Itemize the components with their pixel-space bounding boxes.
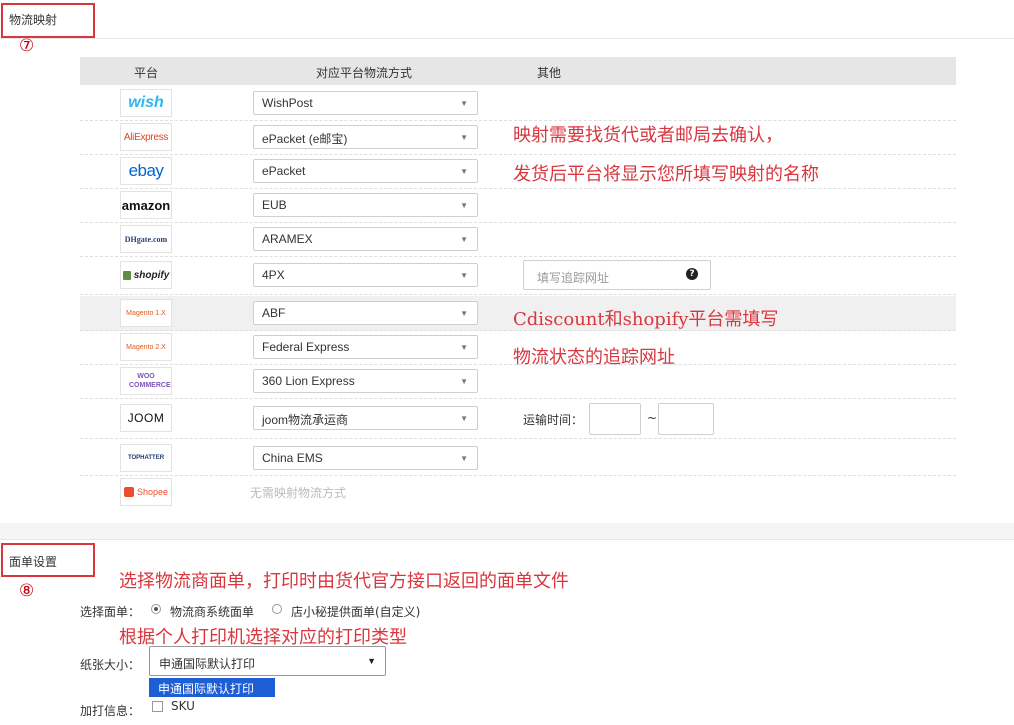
logistics-section-header: 物流映射 [0,0,1014,39]
chevron-down-icon: ▼ [367,656,376,666]
option-carrier-label[interactable]: 物流商系统面单 [170,603,254,620]
chevron-down-icon: ▼ [460,201,468,210]
method-select-shopify[interactable]: 4PX ▼ [253,263,478,287]
chevron-down-icon: ▼ [460,167,468,176]
method-select-magento1[interactable]: ABF ▼ [253,301,478,325]
mapping-row-shopify: shopify 4PX ▼ 填写追踪网址 ? [80,256,956,295]
tophatter-logo: TOPHATTER [120,444,172,472]
mapping-row-joom: JOOM joom物流承运商 ▼ 运输时间： ~ [80,398,956,439]
paper-size-select[interactable]: 申通国际默认打印 ▼ [149,646,386,676]
tracking-url-input[interactable]: 填写追踪网址 ? [523,260,711,290]
transit-time-min-input[interactable] [589,403,641,435]
chevron-down-icon: ▼ [460,99,468,108]
mapping-row-dhgate: DHgate.com ARAMEX ▼ [80,222,956,257]
select-label-label: 选择面单： [80,605,141,619]
mapping-row-wish: wish WishPost ▼ [80,86,956,121]
annotation-tracking-line2: 物流状态的追踪网址 [513,347,675,368]
extra-print-label: 加打信息： [80,704,141,718]
annotation-tracking-line1: Cdiscount和shopify平台需填写 [513,309,779,330]
chevron-down-icon: ▼ [460,343,468,352]
chevron-down-icon: ▼ [460,235,468,244]
dhgate-logo: DHgate.com [120,225,172,253]
col-other: 其他 [537,66,562,80]
method-select-woocommerce[interactable]: 360 Lion Express ▼ [253,369,478,393]
radio-custom-label[interactable] [272,604,282,614]
magento1-logo: Magento 1.X [120,299,172,327]
transit-time-separator: ~ [647,411,658,425]
annotation-mapping-line2: 发货后平台将显示您所填写映射的名称 [513,164,819,185]
help-icon[interactable]: ? [686,268,698,280]
transit-time-max-input[interactable] [658,403,714,435]
step-marker-8: ⑧ [19,581,35,601]
shopify-bag-icon [122,270,131,280]
col-method: 对应平台物流方式 [316,66,413,80]
shopee-logo: Shopee [120,478,172,506]
highlight-box-logistics [1,3,95,38]
annotation-mapping-line1: 映射需要找货代或者邮局去确认， [513,125,783,146]
step-marker-7: ⑦ [19,36,35,56]
transit-time-label: 运输时间： [523,413,584,427]
mapping-row-woocommerce: WOO COMMERCE 360 Lion Express ▼ [80,364,956,399]
woocommerce-logo: WOO COMMERCE [120,367,172,395]
sku-checkbox-label[interactable]: SKU [171,699,195,713]
method-select-joom[interactable]: joom物流承运商 ▼ [253,406,478,430]
method-select-magento2[interactable]: Federal Express ▼ [253,335,478,359]
col-platform: 平台 [134,66,159,80]
method-select-amazon[interactable]: EUB ▼ [253,193,478,217]
highlight-box-label-settings [1,543,95,577]
label-section-border [0,539,1014,540]
option-custom-label[interactable]: 店小秘提供面单(自定义) [291,603,420,620]
shopify-logo: shopify [120,261,172,289]
method-select-aliexpress[interactable]: ePacket (e邮宝) ▼ [253,125,478,149]
paper-size-dropdown-option[interactable]: 申通国际默认打印 [149,678,275,697]
method-select-tophatter[interactable]: China EMS ▼ [253,446,478,470]
chevron-down-icon: ▼ [460,271,468,280]
joom-logo: JOOM [120,404,172,432]
mapping-row-shopee: Shopee 无需映射物流方式 [80,475,956,511]
amazon-logo: amazon [120,191,172,219]
method-select-dhgate[interactable]: ARAMEX ▼ [253,227,478,251]
magento2-logo: Magento 2.X [120,333,172,361]
no-mapping-text: 无需映射物流方式 [250,486,347,500]
mapping-row-amazon: amazon EUB ▼ [80,188,956,223]
method-select-ebay[interactable]: ePacket ▼ [253,159,478,183]
chevron-down-icon: ▼ [460,309,468,318]
annotation-label-select: 选择物流商面单，打印时由货代官方接口返回的面单文件 [119,571,569,592]
chevron-down-icon: ▼ [460,133,468,142]
mapping-table-header: 平台 对应平台物流方式 其他 [80,57,956,85]
section-divider [0,523,1014,539]
shopee-bag-icon [123,487,134,497]
method-select-wish[interactable]: WishPost ▼ [253,91,478,115]
sku-checkbox[interactable] [152,701,163,712]
mapping-row-tophatter: TOPHATTER China EMS ▼ [80,441,956,476]
chevron-down-icon: ▼ [460,414,468,423]
ebay-logo: ebay [120,157,172,185]
aliexpress-logo: AliExpress [120,123,172,151]
paper-size-label: 纸张大小： [80,658,141,672]
chevron-down-icon: ▼ [460,454,468,463]
wish-logo: wish [120,89,172,117]
chevron-down-icon: ▼ [460,377,468,386]
radio-carrier-label[interactable] [151,604,161,614]
